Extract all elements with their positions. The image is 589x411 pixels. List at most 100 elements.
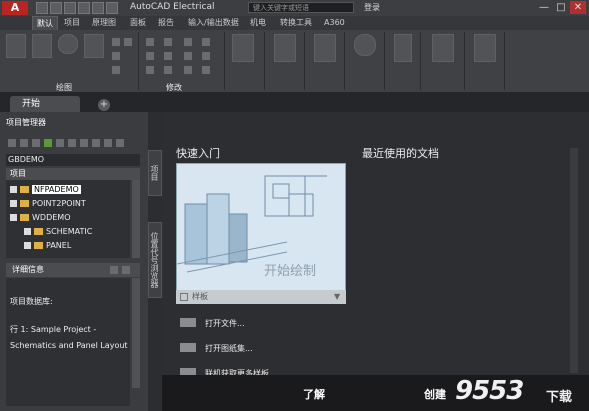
tab-schematic[interactable]: 原理图 [88, 16, 120, 30]
array-icon[interactable] [184, 66, 192, 74]
clipboard-icon[interactable] [474, 34, 496, 62]
tree-scrollbar[interactable] [132, 180, 140, 258]
open-file-icon[interactable] [50, 2, 62, 14]
tree-item[interactable]: PANEL [24, 240, 71, 251]
tab-create[interactable]: 创建 [424, 386, 446, 402]
minimize-icon[interactable]: — [536, 1, 552, 14]
start-drawing-label[interactable]: 开始绘制 [264, 260, 316, 279]
polyline-tool-icon[interactable] [32, 34, 52, 58]
expand-icon[interactable] [10, 186, 17, 193]
watermark-text: 下载 [546, 390, 573, 405]
expand-icon[interactable] [24, 228, 31, 235]
maximize-icon[interactable]: □ [553, 1, 569, 14]
ellipse-icon[interactable] [112, 66, 120, 74]
search-input[interactable]: 键入关键字或短语 [248, 2, 354, 13]
hatch-icon[interactable] [112, 52, 120, 60]
offset-icon[interactable] [202, 66, 210, 74]
preview-icon[interactable] [122, 266, 130, 274]
group-icon[interactable] [394, 34, 412, 62]
open-project-icon[interactable] [8, 139, 16, 147]
tree-item[interactable]: NFPADEMO [10, 184, 81, 195]
tab-start[interactable]: 开始 [10, 96, 80, 112]
settings-icon[interactable] [116, 139, 124, 147]
app-title: AutoCAD Electrical [130, 2, 215, 12]
tab-project[interactable]: 项目 [60, 16, 84, 30]
erase-icon[interactable] [202, 38, 210, 46]
details-icon[interactable] [110, 266, 118, 274]
arc-tool-icon[interactable] [84, 34, 104, 58]
circle-tool-icon[interactable] [58, 34, 78, 54]
drawing-properties-icon[interactable] [68, 139, 76, 147]
utilities-icon[interactable] [432, 34, 454, 62]
start-page-scrollbar[interactable] [570, 148, 578, 373]
ribbon-tab-bar: 默认 项目 原理图 面板 报告 输入/输出数据 机电 转换工具 A360 [0, 16, 589, 31]
template-dropdown[interactable]: 样板 [176, 290, 346, 304]
tab-import-export[interactable]: 输入/输出数据 [184, 16, 243, 30]
properties-icon[interactable] [354, 34, 376, 56]
side-tab-location-browser[interactable]: 位置代号浏览器 [148, 222, 162, 298]
stretch-icon[interactable] [146, 66, 154, 74]
insert-block-icon[interactable] [314, 34, 336, 62]
collapse-icon[interactable] [10, 214, 17, 221]
rectangle-icon[interactable] [112, 38, 120, 46]
tree-item[interactable]: SCHEMATIC [24, 226, 92, 237]
mirror-icon[interactable] [164, 52, 172, 60]
details-scrollbar[interactable] [132, 278, 140, 388]
tree-item[interactable]: WDDEMO [10, 212, 70, 223]
project-properties-icon[interactable] [56, 139, 64, 147]
trim-icon[interactable] [184, 38, 192, 46]
refresh-icon[interactable] [44, 139, 52, 147]
copy-icon[interactable] [146, 52, 154, 60]
scale-icon[interactable] [164, 66, 172, 74]
close-icon[interactable]: ✕ [570, 1, 586, 14]
project-toolbar [6, 136, 146, 150]
move-icon[interactable] [146, 38, 154, 46]
save-icon[interactable] [64, 2, 76, 14]
folder-icon [34, 242, 43, 249]
details-line: Schematics and Panel Layout [10, 341, 128, 350]
side-tab-project[interactable]: 项目 [148, 150, 162, 196]
autocad-logo-icon[interactable]: A [2, 1, 28, 15]
plot-icon[interactable] [80, 139, 88, 147]
line-tool-icon[interactable] [6, 34, 26, 58]
publish-icon[interactable] [92, 139, 100, 147]
tab-reports[interactable]: 报告 [154, 16, 178, 30]
new-file-icon[interactable] [36, 2, 48, 14]
save-as-icon[interactable] [78, 2, 90, 14]
folder-icon [34, 228, 43, 235]
open-file-link[interactable]: 打开文件... [205, 318, 245, 329]
tab-learn[interactable]: 了解 [303, 386, 325, 402]
ribbon-panel: 绘图 修改 [0, 30, 589, 93]
explode-icon[interactable] [202, 52, 210, 60]
open-file-icon[interactable] [180, 318, 196, 327]
tree-item[interactable]: POINT2POINT [10, 198, 86, 209]
new-drawing-icon[interactable] [32, 139, 40, 147]
recent-documents-heading: 最近使用的文档 [362, 147, 439, 160]
login-button[interactable]: 登录 [364, 2, 380, 13]
undo-icon[interactable] [92, 2, 104, 14]
text-annotation-icon[interactable] [274, 34, 296, 62]
task-list-icon[interactable] [104, 139, 112, 147]
tab-a360[interactable]: A360 [320, 16, 349, 30]
new-project-icon[interactable] [20, 139, 28, 147]
open-sheet-set-icon[interactable] [180, 343, 196, 352]
start-bottom-bar [162, 375, 589, 411]
start-drawing-card[interactable] [176, 163, 346, 291]
tab-conversion-tools[interactable]: 转换工具 [276, 16, 316, 30]
expand-icon[interactable] [24, 242, 31, 249]
add-tab-button[interactable]: + [98, 99, 110, 111]
project-selector[interactable]: GBDEMO [6, 154, 140, 166]
folder-icon [20, 200, 29, 207]
gradient-icon[interactable] [124, 38, 132, 46]
redo-icon[interactable] [106, 2, 118, 14]
tab-electromechanical[interactable]: 机电 [246, 16, 270, 30]
chevron-down-icon[interactable]: ▼ [334, 292, 340, 301]
tab-panel[interactable]: 面板 [126, 16, 150, 30]
open-sheet-set-link[interactable]: 打开图纸集... [205, 343, 253, 354]
expand-icon[interactable] [10, 200, 17, 207]
layer-properties-icon[interactable] [232, 34, 254, 62]
fillet-icon[interactable] [184, 52, 192, 60]
template-icon [180, 293, 188, 301]
rotate-icon[interactable] [164, 38, 172, 46]
tab-default[interactable]: 默认 [32, 16, 58, 31]
